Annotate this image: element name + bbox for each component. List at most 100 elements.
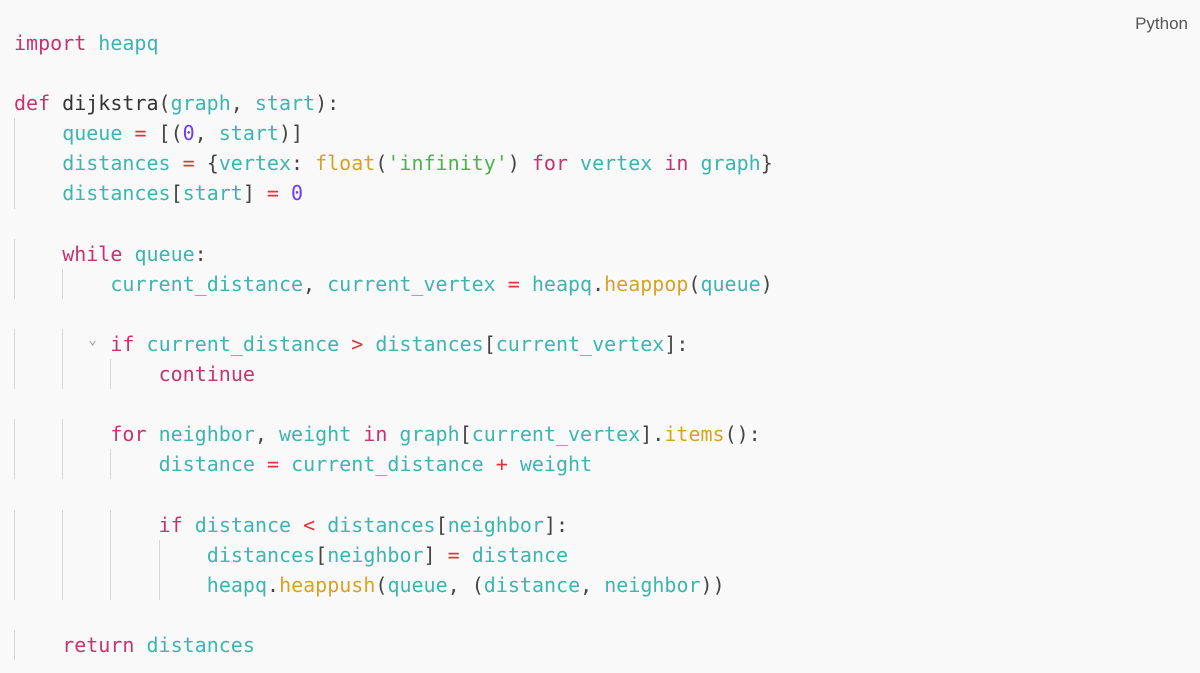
code-token: distances [206,542,316,567]
code-token: distances [62,181,171,206]
code-token: start [182,181,243,206]
indent-guide [14,148,15,179]
indent-guide [14,268,15,299]
code-text: return distances [62,630,255,660]
code-token: )) [700,572,725,597]
code-token: = [134,121,147,146]
code-token: distance [158,452,255,477]
code-token: ) [507,151,532,176]
code-token: current_vertex [471,422,641,447]
code-token: graph [700,151,761,176]
code-token: : [291,151,316,176]
code-token: neighbor [158,422,255,447]
code-token: [ [170,181,183,206]
code-token: for [110,422,147,447]
code-token: distance [483,572,581,597]
code-token: neighbor [447,512,544,537]
code-token: distance [471,542,569,567]
code-token: distance [194,512,292,537]
code-token: ( [688,271,701,296]
chevron-down-icon[interactable]: ⌄ [88,325,96,355]
code-token: current_distance [110,271,304,296]
code-text: while queue: [62,239,207,269]
code-token: > [351,331,364,356]
code-token: import [14,31,87,55]
code-token: current_distance [291,452,484,477]
code-token: , [194,121,219,146]
code-text: if distance < distances[neighbor]: [159,510,568,540]
code-token: ): [315,91,340,116]
code-token: weight [278,422,352,447]
indent-guide [62,449,64,480]
code-token: graph [399,422,460,447]
code-token: ( [375,151,388,176]
code-token: [ [483,331,496,356]
code-token: = [447,542,460,567]
code-token: heappop [604,271,689,296]
code-token: 0 [291,181,304,206]
indent-guide [110,509,112,540]
code-token: [( [146,121,183,146]
code-token: , [580,572,605,597]
code-text: if current_distance > distances[current_… [110,329,688,359]
code-token: 0 [182,121,195,146]
indent-guide [14,238,15,269]
code-token: } [760,151,773,176]
indent-guide [14,178,15,209]
code-token: [ [435,512,448,537]
code-text: heapq.heappush(queue, (distance, neighbo… [207,570,725,600]
code-token: distances [375,331,484,356]
code-token: def [14,91,51,116]
code-token: . [267,572,280,597]
code-token: + [495,452,508,477]
code-token: heapq [98,31,159,55]
indent-guide [14,118,15,149]
code-text: distances = {vertex: float('infinity') f… [62,148,773,178]
code-token: float [315,151,376,176]
code-token: vertex [218,151,291,176]
code-token: , [254,422,279,447]
code-token: queue [700,271,761,296]
code-token: ] [423,542,448,567]
indent-guide [62,359,64,390]
code-token: (): [724,422,761,447]
indent-guide [110,569,112,600]
code-text: distances[start] = 0 [62,178,303,208]
code-token: weight [519,452,593,477]
code-text: distances[neighbor] = distance [207,540,568,570]
indent-guide [62,569,64,600]
indent-guide [14,419,15,450]
code-token: in [363,422,388,447]
code-token: neighbor [327,542,424,567]
code-token: ) [760,271,773,296]
code-token: queue [387,572,448,597]
indent-guide [14,539,15,570]
code-token: < [303,512,316,537]
code-token: dijkstra [62,91,159,116]
code-token: current_vertex [327,271,496,296]
code-token: if [158,512,183,537]
code-token: )] [278,121,304,146]
code-token: 'infinity' [387,151,508,176]
code-token: ]: [543,512,569,537]
code-token: queue [134,241,195,266]
code-token: , [303,271,328,296]
code-token: current_vertex [495,331,665,356]
indent-guide [158,569,160,600]
indent-guide [14,569,15,600]
code-token: queue [62,121,123,146]
